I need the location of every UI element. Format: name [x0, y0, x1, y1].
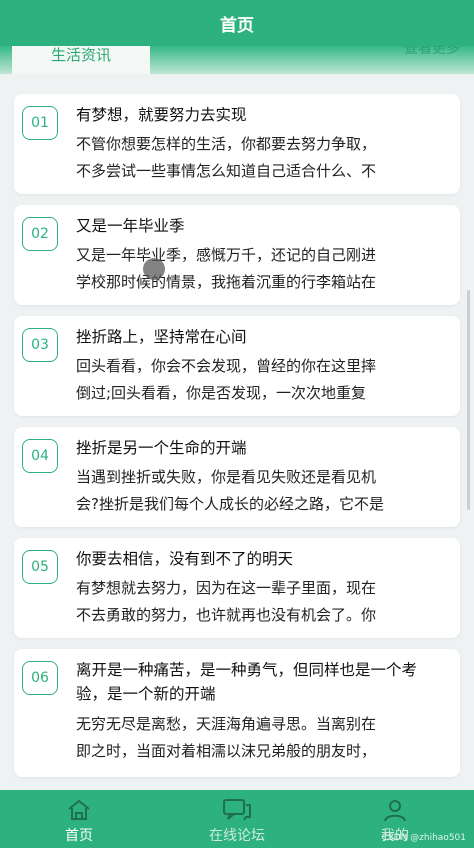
item-summary-line: 不管你想要怎样的生活，你都要去努力争取，	[76, 135, 377, 153]
item-summary: 不管你想要怎样的生活，你都要去努力争取， 不多尝试一些事情怎么知道自己适合什么、…	[76, 131, 446, 185]
chat-icon	[223, 799, 251, 821]
scrollbar[interactable]	[467, 290, 470, 510]
article-list: 01 有梦想，就要努力去实现 不管你想要怎样的生活，你都要去努力争取， 不多尝试…	[14, 94, 460, 788]
list-item[interactable]: 05 你要去相信，没有到不了的明天 有梦想就去努力，因为在这一辈子里面，现在 不…	[14, 538, 460, 638]
item-summary-line: 回头看看，你会不会发现，曾经的你在这里摔	[76, 357, 377, 375]
item-summary: 当遇到挫折或失败，你是看见失败还是看见机 会?挫折是我们每个人成长的必经之路，它…	[76, 464, 446, 518]
item-summary-line: 当遇到挫折或失败，你是看见失败还是看见机	[76, 468, 377, 486]
item-summary: 回头看看，你会不会发现，曾经的你在这里摔 倒过;回头看看，你是否发现，一次次地重…	[76, 353, 446, 407]
home-icon	[68, 799, 90, 820]
list-item[interactable]: 06 离开是一种痛苦，是一种勇气，但同样也是一个考验，是一个新的开端 无穷无尽是…	[14, 649, 460, 777]
item-summary-line: 无穷无尽是离愁，天涯海角遍寻思。当离别在	[76, 715, 377, 733]
item-title: 你要去相信，没有到不了的明天	[76, 550, 294, 568]
item-summary: 无穷无尽是离愁，天涯海角遍寻思。当离别在 即之时，当面对着相濡以沫兄弟般的朋友时…	[76, 711, 446, 765]
nav-label: 在线论坛	[209, 828, 265, 844]
tab-strip: 生活资讯 查看更多	[0, 46, 474, 74]
item-summary-line: 又是一年毕业季，感慨万千，还记的自己刚进	[76, 246, 377, 264]
item-number-badge: 02	[22, 217, 58, 251]
view-more-link[interactable]: 查看更多	[404, 46, 460, 58]
item-summary-line: 不多尝试一些事情怎么知道自己适合什么、不	[76, 162, 377, 180]
item-title: 挫折是另一个生命的开端	[76, 439, 247, 457]
item-number-badge: 01	[22, 106, 58, 140]
item-title: 挫折路上，坚持常在心间	[76, 328, 247, 346]
item-title: 有梦想，就要努力去实现	[76, 106, 247, 124]
item-summary-line: 即之时，当面对着相濡以沫兄弟般的朋友时，	[76, 742, 377, 760]
item-summary-line: 不去勇敢的努力，也许就再也没有机会了。你	[76, 606, 377, 624]
list-item[interactable]: 04 挫折是另一个生命的开端 当遇到挫折或失败，你是看见失败还是看见机 会?挫折…	[14, 427, 460, 527]
item-summary: 有梦想就去努力，因为在这一辈子里面，现在 不去勇敢的努力，也许就再也没有机会了。…	[76, 575, 446, 629]
item-summary-line: 学校那时候的情景，我拖着沉重的行李箱站在	[76, 273, 377, 291]
app-header: 首页	[0, 0, 474, 46]
user-icon	[384, 800, 406, 822]
item-number-badge: 06	[22, 661, 58, 695]
item-number-badge: 05	[22, 550, 58, 584]
item-title: 离开是一种痛苦，是一种勇气，但同样也是一个考验，是一个新的开端	[76, 661, 418, 703]
list-item[interactable]: 03 挫折路上，坚持常在心间 回头看看，你会不会发现，曾经的你在这里摔 倒过;回…	[14, 316, 460, 416]
watermark: CSDN @zhihao501	[381, 833, 466, 843]
touch-indicator	[143, 258, 165, 280]
list-item[interactable]: 01 有梦想，就要努力去实现 不管你想要怎样的生活，你都要去努力争取， 不多尝试…	[14, 94, 460, 194]
item-title: 又是一年毕业季	[76, 217, 185, 235]
nav-item-forum[interactable]: 在线论坛	[158, 790, 316, 848]
list-item[interactable]: 02 又是一年毕业季 又是一年毕业季，感慨万千，还记的自己刚进 学校那时候的情景…	[14, 205, 460, 305]
page-title: 首页	[220, 15, 254, 36]
nav-item-home[interactable]: 首页	[0, 790, 158, 848]
item-summary-line: 倒过;回头看看，你是否发现，一次次地重复	[76, 384, 367, 402]
item-summary-line: 会?挫折是我们每个人成长的必经之路，它不是	[76, 495, 384, 513]
tab-life-news[interactable]: 生活资讯	[12, 46, 150, 74]
item-summary-line: 有梦想就去努力，因为在这一辈子里面，现在	[76, 579, 377, 597]
item-number-badge: 04	[22, 439, 58, 473]
nav-label: 首页	[65, 828, 93, 844]
item-number-badge: 03	[22, 328, 58, 362]
item-summary: 又是一年毕业季，感慨万千，还记的自己刚进 学校那时候的情景，我拖着沉重的行李箱站…	[76, 242, 446, 296]
